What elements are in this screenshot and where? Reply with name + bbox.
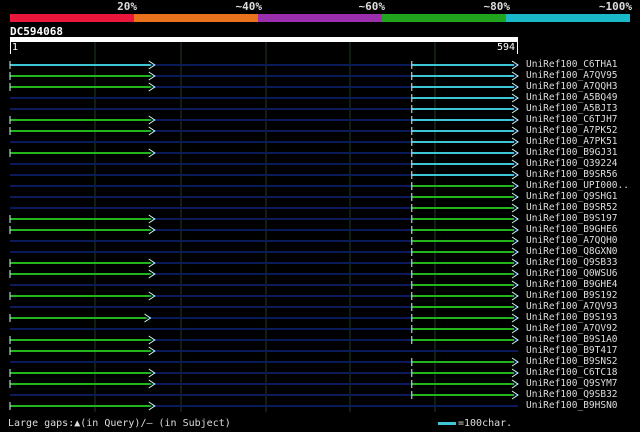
hit-label[interactable]: UniRef100_B9GHE6 (526, 225, 618, 235)
hit-label[interactable]: UniRef100_Q9SB33 (526, 258, 618, 268)
hit-label[interactable]: UniRef100_B9S1A0 (526, 335, 618, 345)
hit-label[interactable]: UniRef100_Q8GXN0 (526, 247, 618, 257)
hit-label[interactable]: UniRef100_B9S192 (526, 291, 618, 301)
hit-label[interactable]: UniRef100_C6THA1 (526, 60, 618, 70)
hit-label[interactable]: UniRef100_A7QQH3 (526, 82, 618, 92)
large-gaps-legend: Large gaps:▲(in Query)/– (in Subject) (8, 418, 231, 429)
hit-label[interactable]: UniRef100_B9SNS2 (526, 357, 618, 367)
hit-label[interactable]: UniRef100_Q0WSU6 (526, 269, 618, 279)
hit-label[interactable]: UniRef100_B9S197 (526, 214, 618, 224)
hit-label[interactable]: UniRef100_C6TJH7 (526, 115, 618, 125)
hit-label[interactable]: UniRef100_A7PK52 (526, 126, 618, 136)
hit-label[interactable]: UniRef100_A7QV95 (526, 71, 618, 81)
hit-label[interactable]: UniRef100_B9HSN0 (526, 401, 618, 411)
hit-label[interactable]: UniRef100_A7PK51 (526, 137, 618, 147)
hit-label[interactable]: UniRef100_Q9SB32 (526, 390, 618, 400)
hit-label[interactable]: UniRef100_A7QV93 (526, 302, 618, 312)
hit-label[interactable]: UniRef100_C6TC18 (526, 368, 618, 378)
hit-label[interactable]: UniRef100_A7QV92 (526, 324, 618, 334)
hit-label[interactable]: UniRef100_B9S193 (526, 313, 618, 323)
scale-label: =100char. (458, 418, 513, 429)
hit-label[interactable]: UniRef100_Q9SYM7 (526, 379, 618, 389)
hit-label[interactable]: UniRef100_B9GHE4 (526, 280, 618, 290)
scale-legend: =100char. (438, 418, 512, 429)
hit-label[interactable]: UniRef100_Q39224 (526, 159, 618, 169)
hit-label[interactable]: UniRef100_A5BQ49 (526, 93, 618, 103)
hit-label[interactable]: UniRef100_B9T417 (526, 346, 618, 356)
hit-label[interactable]: UniRef100_A5BJI3 (526, 104, 618, 114)
scale-swatch (438, 421, 456, 425)
hit-label[interactable]: UniRef100_B9SR56 (526, 170, 618, 180)
hit-label[interactable]: UniRef100_UPI000.. (526, 181, 629, 191)
hit-label[interactable]: UniRef100_B9SR52 (526, 203, 618, 213)
hit-label[interactable]: UniRef100_B9GJ31 (526, 148, 618, 158)
hit-label[interactable]: UniRef100_Q9SHG1 (526, 192, 618, 202)
hit-label[interactable]: UniRef100_A7QQH0 (526, 236, 618, 246)
